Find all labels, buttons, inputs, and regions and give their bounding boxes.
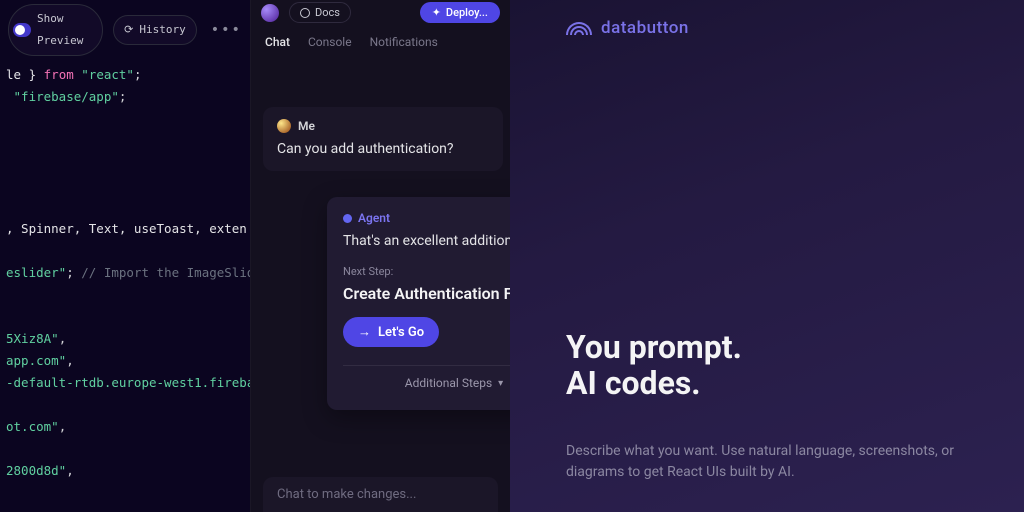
history-button[interactable]: ⟳ History bbox=[113, 15, 197, 45]
rainbow-icon bbox=[566, 21, 592, 35]
show-preview-toggle[interactable]: Show Preview bbox=[8, 4, 103, 56]
show-preview-label: Show Preview bbox=[37, 8, 92, 52]
docs-label: Docs bbox=[315, 6, 340, 19]
brand-logo[interactable]: databutton bbox=[566, 18, 996, 38]
arrow-right-icon: → bbox=[358, 324, 371, 340]
headline-line-1: You prompt. bbox=[566, 330, 742, 366]
history-icon: ⟳ bbox=[124, 19, 133, 41]
docs-button[interactable]: Docs bbox=[289, 2, 351, 23]
code-body[interactable]: le } from "react"; "firebase/app"; , Spi… bbox=[0, 64, 250, 512]
chevron-down-icon: ▾ bbox=[498, 378, 503, 389]
deploy-label: Deploy... bbox=[446, 6, 488, 19]
more-menu-button[interactable]: ••• bbox=[207, 19, 242, 41]
agent-name-label: Agent bbox=[358, 211, 390, 225]
headline-line-2: AI codes. bbox=[566, 366, 742, 402]
chat-composer[interactable]: Chat to make changes... bbox=[263, 477, 498, 512]
lets-go-button[interactable]: → Let's Go bbox=[343, 317, 439, 347]
user-name-label: Me bbox=[298, 119, 315, 133]
history-label: History bbox=[139, 19, 185, 41]
subcopy: Describe what you want. Use natural lang… bbox=[566, 441, 984, 482]
tab-chat[interactable]: Chat bbox=[265, 35, 290, 49]
toggle-icon bbox=[13, 23, 31, 37]
additional-steps-label: Additional Steps bbox=[405, 376, 492, 390]
chat-stream[interactable]: Me Can you add authentication? Agent Tha… bbox=[251, 59, 510, 477]
user-avatar-icon[interactable] bbox=[261, 4, 279, 22]
brand-name: databutton bbox=[601, 18, 689, 38]
composer-placeholder: Chat to make changes... bbox=[277, 487, 416, 502]
user-message-text: Can you add authentication? bbox=[277, 141, 489, 157]
tab-notifications[interactable]: Notifications bbox=[370, 35, 438, 49]
lets-go-label: Let's Go bbox=[378, 325, 424, 340]
info-icon bbox=[300, 8, 310, 18]
user-message: Me Can you add authentication? bbox=[263, 107, 503, 171]
user-mini-avatar-icon bbox=[277, 119, 291, 133]
agent-dot-icon bbox=[343, 214, 352, 223]
chat-panel: Docs ✦ Deploy... Chat Console Notificati… bbox=[250, 0, 510, 512]
code-toolbar: Show Preview ⟳ History ••• bbox=[0, 0, 250, 64]
code-editor-panel: Show Preview ⟳ History ••• le } from "re… bbox=[0, 0, 250, 512]
chat-topbar: Docs ✦ Deploy... bbox=[251, 0, 510, 29]
chat-tabs: Chat Console Notifications bbox=[251, 29, 510, 59]
promo-panel: databutton You prompt. AI codes. Describ… bbox=[510, 0, 1024, 512]
headline: You prompt. AI codes. bbox=[566, 330, 742, 402]
tab-console[interactable]: Console bbox=[308, 35, 352, 49]
deploy-button[interactable]: ✦ Deploy... bbox=[420, 2, 500, 23]
rocket-icon: ✦ bbox=[432, 6, 441, 19]
